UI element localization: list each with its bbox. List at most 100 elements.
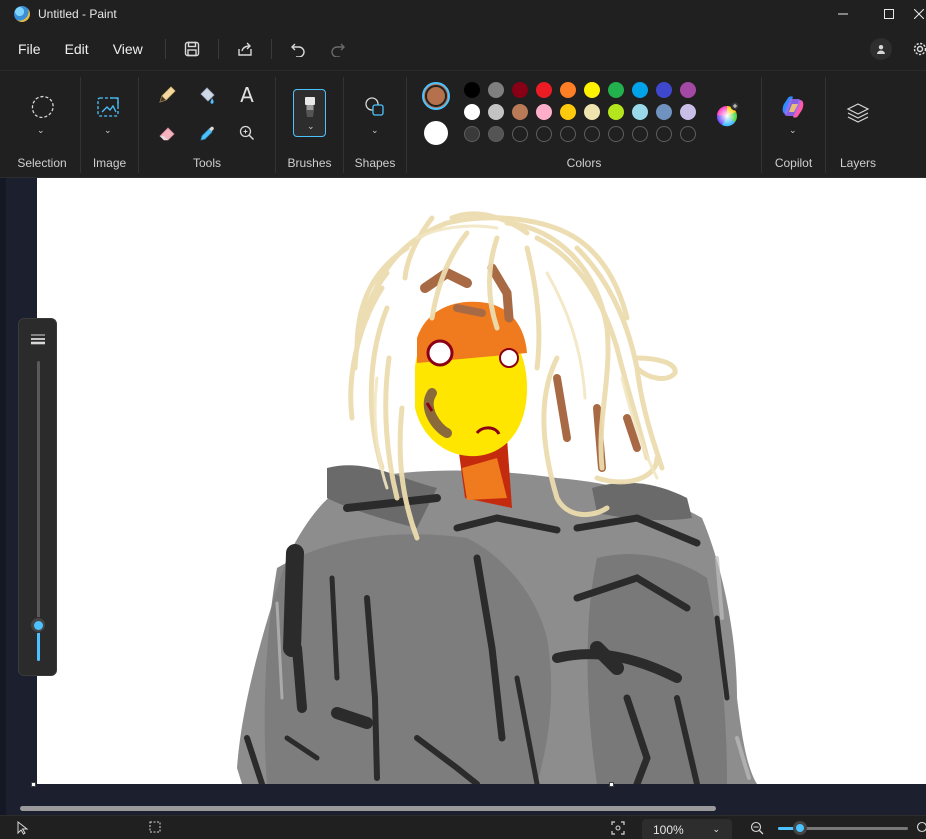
primary-color-swatch[interactable]	[422, 82, 450, 110]
custom-color-slot[interactable]	[536, 126, 552, 142]
eraser-icon	[159, 127, 175, 141]
close-icon	[914, 9, 924, 19]
chevron-down-icon[interactable]: ⌄	[37, 125, 45, 136]
menu-right-area	[870, 28, 926, 70]
color-swatch[interactable]	[680, 82, 696, 98]
selection-group: ⌄ Selection	[4, 71, 80, 179]
fill-tool[interactable]	[191, 79, 223, 111]
cursor-position-icon	[17, 821, 29, 835]
color-swatch[interactable]	[584, 82, 600, 98]
zoom-slider-thumb[interactable]	[793, 821, 808, 835]
color-swatch[interactable]	[488, 104, 504, 120]
gear-icon	[913, 42, 926, 56]
pencil-tool[interactable]	[151, 79, 183, 111]
magnifier-tool[interactable]	[231, 117, 263, 149]
color-swatch[interactable]	[488, 82, 504, 98]
chevron-down-icon[interactable]: ⌄	[789, 125, 797, 136]
custom-color-slot[interactable]	[680, 126, 696, 142]
color-swatch[interactable]	[608, 82, 624, 98]
eyedropper-icon	[200, 126, 214, 141]
close-button[interactable]	[912, 0, 926, 28]
shapes-button[interactable]	[359, 91, 391, 123]
copilot-icon	[782, 96, 804, 118]
window-title: Untitled - Paint	[38, 7, 117, 21]
color-swatch[interactable]	[656, 104, 672, 120]
minimize-button[interactable]	[820, 0, 866, 28]
redo-button[interactable]	[322, 33, 354, 65]
custom-color-slot[interactable]	[656, 126, 672, 142]
maximize-button[interactable]	[866, 0, 912, 28]
color-picker-tool[interactable]	[191, 117, 223, 149]
color-swatch[interactable]	[512, 104, 528, 120]
workspace-edge	[0, 178, 6, 839]
save-button[interactable]	[176, 33, 208, 65]
drawing-canvas[interactable]	[37, 178, 926, 784]
brush-size-track[interactable]	[37, 361, 40, 661]
color-swatch[interactable]	[608, 104, 624, 120]
brush-size-panel	[18, 318, 57, 676]
color-swatch[interactable]	[536, 104, 552, 120]
tools-group: A Tools	[139, 71, 275, 179]
color-swatch[interactable]	[464, 104, 480, 120]
settings-button[interactable]	[908, 37, 926, 61]
custom-color-slot[interactable]	[632, 126, 648, 142]
share-button[interactable]	[229, 33, 261, 65]
color-swatch[interactable]	[536, 82, 552, 98]
color-swatch[interactable]	[656, 82, 672, 98]
image-button[interactable]	[92, 91, 124, 123]
zoom-dropdown[interactable]: 100% ⌄	[642, 819, 732, 839]
chevron-down-icon[interactable]: ⌄	[307, 121, 315, 132]
stroke-size-icon	[31, 334, 45, 345]
chevron-down-icon[interactable]: ⌄	[371, 125, 379, 136]
secondary-color-swatch[interactable]	[424, 121, 448, 145]
custom-color-slot[interactable]	[608, 126, 624, 142]
menu-view[interactable]: View	[101, 35, 155, 63]
chevron-down-icon[interactable]: ⌄	[104, 125, 112, 136]
zoom-out-icon[interactable]	[750, 821, 764, 835]
scrollbar-thumb[interactable]	[20, 806, 716, 811]
fit-to-window-icon[interactable]	[611, 821, 625, 835]
color-swatch[interactable]	[488, 126, 504, 142]
eraser-tool[interactable]	[151, 117, 183, 149]
horizontal-scrollbar[interactable]	[6, 803, 926, 813]
layers-icon	[846, 103, 870, 123]
brush-size-thumb[interactable]	[30, 617, 46, 633]
color-swatch[interactable]	[584, 104, 600, 120]
color-swatch[interactable]	[560, 104, 576, 120]
color-swatch[interactable]	[632, 82, 648, 98]
zoom-in-icon[interactable]	[916, 821, 926, 835]
shapes-group: ⌄ Shapes	[344, 71, 406, 179]
ribbon-toolbar: ⌄ Selection ⌄ Image A Tools ⌄ Brushes ⌄ …	[0, 70, 926, 178]
menu-divider	[270, 39, 272, 59]
custom-color-slot[interactable]	[560, 126, 576, 142]
edit-colors-button[interactable]	[711, 98, 743, 130]
color-swatch[interactable]	[464, 126, 480, 142]
canvas-resize-handle[interactable]	[609, 782, 614, 787]
undo-button[interactable]	[282, 33, 314, 65]
menu-file[interactable]: File	[6, 35, 53, 63]
image-resize-icon	[97, 97, 119, 117]
color-swatch[interactable]	[464, 82, 480, 98]
status-bar: 100% ⌄	[0, 815, 926, 839]
custom-color-slot[interactable]	[512, 126, 528, 142]
color-swatch[interactable]	[512, 82, 528, 98]
text-tool[interactable]: A	[231, 79, 263, 111]
color-swatch[interactable]	[632, 104, 648, 120]
account-icon	[877, 45, 885, 54]
canvas-resize-handle[interactable]	[31, 782, 36, 787]
brushes-label: Brushes	[287, 156, 332, 170]
maximize-icon	[884, 9, 894, 19]
menu-bar: File Edit View	[0, 28, 926, 70]
menu-edit[interactable]: Edit	[53, 35, 101, 63]
colors-group: Colors	[407, 71, 761, 179]
fill-bucket-icon	[200, 87, 215, 104]
layers-button[interactable]	[842, 97, 874, 129]
selection-label: Selection	[17, 156, 67, 170]
account-button[interactable]	[870, 38, 892, 60]
color-swatch[interactable]	[560, 82, 576, 98]
selection-button[interactable]	[26, 91, 58, 123]
custom-color-slot[interactable]	[584, 126, 600, 142]
copilot-button[interactable]	[777, 91, 809, 123]
copilot-group: ⌄ Copilot	[762, 71, 825, 179]
color-swatch[interactable]	[680, 104, 696, 120]
